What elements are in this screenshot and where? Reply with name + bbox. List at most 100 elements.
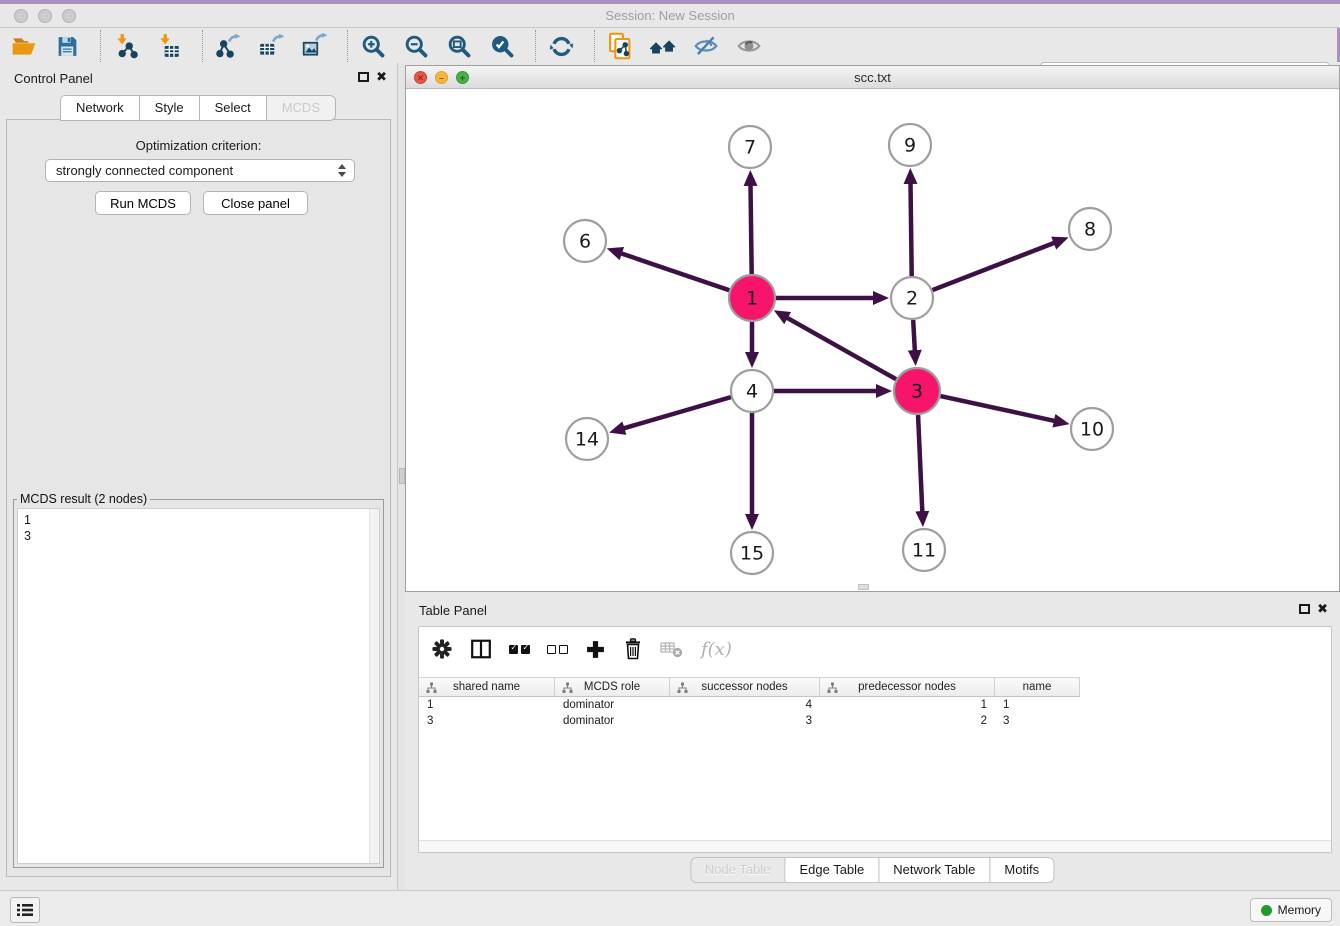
import-network-icon[interactable]: [112, 32, 140, 60]
column-header-predecessor-nodes[interactable]: predecessor nodes: [820, 678, 995, 696]
zoom-selected-icon[interactable]: [488, 32, 516, 60]
export-table-icon[interactable]: [257, 32, 285, 60]
tab-edge-table[interactable]: Edge Table: [784, 857, 879, 883]
float-table-panel-icon[interactable]: [1299, 604, 1310, 614]
close-table-panel-icon[interactable]: ✖: [1317, 601, 1328, 617]
close-panel-button[interactable]: Close panel: [203, 191, 308, 215]
column-header-name[interactable]: name: [995, 678, 1080, 696]
toolbar-separator: [594, 30, 595, 62]
column-header-shared-name[interactable]: shared name: [419, 678, 555, 696]
node-table-container: f(x) shared nameMCDS rolesuccessor nodes…: [418, 626, 1332, 853]
export-image-icon[interactable]: [300, 32, 328, 60]
column-header-successor-nodes[interactable]: successor nodes: [670, 678, 820, 696]
table-tabs: Node TableEdge TableNetwork TableMotifs: [691, 857, 1054, 883]
memory-status-icon: [1261, 905, 1272, 916]
task-history-button[interactable]: [10, 897, 40, 923]
import-table-icon[interactable]: [155, 32, 183, 60]
graph-node-14[interactable]: 14: [566, 418, 608, 460]
table-cell[interactable]: 1: [820, 698, 995, 714]
hide-selected-icon[interactable]: [692, 32, 720, 60]
tab-style[interactable]: Style: [139, 95, 200, 121]
svg-text:6: 6: [579, 231, 591, 253]
graph-node-10[interactable]: 10: [1071, 408, 1113, 450]
float-panel-icon[interactable]: [358, 72, 369, 82]
zoom-out-icon[interactable]: [402, 32, 430, 60]
tab-mcds[interactable]: MCDS: [266, 95, 336, 121]
edge-2-3[interactable]: [913, 320, 915, 352]
tab-motifs[interactable]: Motifs: [989, 857, 1054, 883]
network-canvas[interactable]: 7 9 6 8 1 2 4 3 14 10 15 11: [406, 89, 1339, 591]
save-session-icon[interactable]: [53, 32, 81, 60]
open-session-icon[interactable]: [10, 32, 38, 60]
edge-1-7[interactable]: [750, 184, 751, 274]
table-cell[interactable]: 4: [670, 698, 820, 714]
criterion-dropdown[interactable]: strongly connected component: [45, 159, 355, 182]
show-graphics-details-icon[interactable]: [735, 32, 763, 60]
network-title: scc.txt: [406, 70, 1339, 85]
edge-4-14[interactable]: [623, 397, 731, 429]
zoom-in-icon[interactable]: [359, 32, 387, 60]
run-mcds-button[interactable]: Run MCDS: [95, 191, 191, 215]
svg-text:15: 15: [740, 543, 764, 565]
svg-text:9: 9: [904, 135, 916, 157]
select-all-icon[interactable]: [509, 636, 530, 662]
edge-1-6[interactable]: [620, 253, 729, 290]
table-settings-gear-icon[interactable]: [431, 636, 453, 662]
toolbar-separator: [100, 30, 101, 62]
graph-node-11[interactable]: 11: [903, 529, 945, 571]
mcds-result-text[interactable]: 1 3: [17, 508, 380, 864]
table-cell[interactable]: 3: [995, 714, 1080, 730]
table-row[interactable]: 1dominator411: [419, 698, 1331, 714]
table-cell[interactable]: dominator: [555, 714, 670, 730]
zoom-fit-icon[interactable]: [445, 32, 473, 60]
edge-3-10[interactable]: [940, 396, 1055, 421]
edge-3-1[interactable]: [786, 317, 896, 379]
close-panel-icon[interactable]: ✖: [376, 69, 387, 85]
graph-node-8[interactable]: 8: [1069, 208, 1111, 250]
svg-text:10: 10: [1080, 419, 1104, 441]
graph-node-3[interactable]: 3: [894, 368, 940, 414]
deselect-all-icon[interactable]: [547, 636, 568, 662]
toggle-column-icon[interactable]: [470, 636, 492, 662]
svg-text:11: 11: [912, 540, 936, 562]
graph-node-4[interactable]: 4: [731, 370, 773, 412]
graph-node-1[interactable]: 1: [729, 275, 775, 321]
edge-2-8[interactable]: [933, 242, 1056, 290]
graph-node-9[interactable]: 9: [889, 124, 931, 166]
table-cell[interactable]: dominator: [555, 698, 670, 714]
copy-network-icon[interactable]: [606, 32, 634, 60]
graph-node-7[interactable]: 7: [729, 126, 771, 168]
table-row[interactable]: 3dominator323: [419, 714, 1331, 730]
network-graph[interactable]: 7 9 6 8 1 2 4 3 14 10 15 11: [406, 89, 1339, 591]
memory-button[interactable]: Memory: [1250, 898, 1332, 922]
graph-node-2[interactable]: 2: [891, 277, 933, 319]
add-row-icon[interactable]: [585, 636, 606, 662]
toolbar-separator: [202, 30, 203, 62]
tab-select[interactable]: Select: [199, 95, 267, 121]
panel-split-divider[interactable]: [397, 63, 405, 890]
table-cell[interactable]: 3: [419, 714, 555, 730]
refresh-layout-icon[interactable]: [547, 32, 575, 60]
mcds-result-scrollbar[interactable]: [369, 509, 379, 863]
column-header-MCDS-role[interactable]: MCDS role: [555, 678, 670, 696]
svg-text:7: 7: [744, 137, 756, 159]
export-network-icon[interactable]: [214, 32, 242, 60]
graph-node-15[interactable]: 15: [731, 532, 773, 574]
network-titlebar[interactable]: ✕ – + scc.txt: [406, 66, 1339, 89]
graph-node-6[interactable]: 6: [564, 220, 606, 262]
tab-network[interactable]: Network: [60, 95, 140, 121]
table-cell[interactable]: 2: [820, 714, 995, 730]
edge-2-9[interactable]: [910, 182, 911, 276]
table-cell[interactable]: 1: [995, 698, 1080, 714]
tab-network-table[interactable]: Network Table: [878, 857, 990, 883]
network-resize-grip[interactable]: [858, 584, 869, 590]
first-neighbors-icon[interactable]: [649, 32, 677, 60]
tab-node-table[interactable]: Node Table: [690, 857, 786, 883]
toolbar-separator: [535, 30, 536, 62]
table-cell[interactable]: 3: [670, 714, 820, 730]
delete-row-trash-icon[interactable]: [623, 636, 643, 662]
column-tree-icon: [677, 682, 688, 697]
edge-3-11[interactable]: [918, 415, 922, 513]
table-cell[interactable]: 1: [419, 698, 555, 714]
table-horizontal-scrollbar[interactable]: [419, 840, 1331, 852]
